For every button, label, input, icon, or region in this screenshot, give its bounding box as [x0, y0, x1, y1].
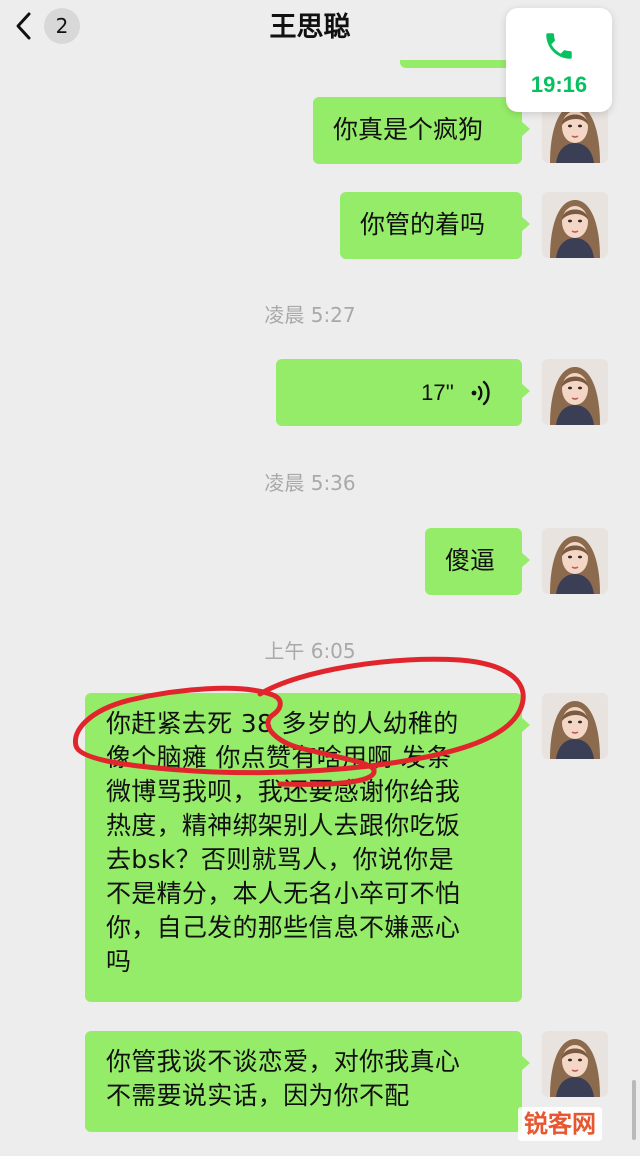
- message-line: 不是精分，本人无名小卒可不怕: [106, 879, 461, 908]
- message-line: 你，自己发的那些信息不嫌恶心: [106, 913, 461, 942]
- message-bubble[interactable]: 你赶紧去死 38 多岁的人幼稚的 像个脑瘫 你点赞有啥用啊 发条 微博骂我呗，我…: [85, 693, 530, 1002]
- phone-icon: [541, 28, 577, 64]
- message-bubble[interactable]: 傻逼: [425, 528, 530, 595]
- voice-wave-icon: [468, 379, 492, 407]
- voice-row: 17'': [276, 359, 522, 426]
- message-bubble[interactable]: 你管我谈不谈恋爱，对你我真心 不需要说实话，因为你不配: [85, 1031, 530, 1132]
- message-line: 热度，精神绑架别人去跟你吃饭: [106, 811, 461, 840]
- avatar[interactable]: [542, 359, 608, 425]
- watermark: 锐客网: [518, 1107, 602, 1141]
- message-line: 微博骂我呗，我还要感谢你给我: [106, 777, 461, 806]
- message-line: 你赶紧去死 38 多岁的人幼稚的: [106, 709, 459, 738]
- message-text: 傻逼: [445, 546, 496, 575]
- timestamp: 凌晨 5:36: [264, 471, 356, 495]
- previous-message-bubble[interactable]: [400, 60, 520, 68]
- voice-duration: 17'': [421, 379, 454, 405]
- message-line: 你管我谈不谈恋爱，对你我真心: [106, 1047, 461, 1076]
- avatar[interactable]: [542, 528, 608, 594]
- avatar[interactable]: [542, 1031, 608, 1097]
- avatar[interactable]: [542, 693, 608, 759]
- floating-call-widget[interactable]: 19:16: [506, 8, 612, 112]
- message-line: 像个脑瘫 你点赞有啥用啊 发条: [106, 743, 452, 772]
- unread-count-badge: 2: [44, 8, 80, 44]
- message-line: 不需要说实话，因为你不配: [106, 1081, 410, 1110]
- timestamp: 上午 6:05: [264, 639, 356, 663]
- back-button[interactable]: 2: [6, 4, 90, 48]
- chevron-left-icon: [6, 4, 40, 48]
- scrollbar[interactable]: [632, 1080, 636, 1140]
- message-text: 你管的着吗: [360, 210, 486, 239]
- message-bubble[interactable]: 你真是个疯狗: [313, 97, 530, 164]
- message-bubble[interactable]: 你管的着吗: [340, 192, 530, 259]
- voice-message-bubble[interactable]: 17'': [276, 359, 530, 426]
- message-line: 去bsk？否则就骂人，你说你是: [106, 845, 454, 874]
- message-text: 你真是个疯狗: [333, 115, 484, 144]
- chat-screen: 2 王思聪 19:16 你真是个疯狗 你管的着吗 凌晨 5:27 17'' 凌晨…: [0, 0, 640, 1156]
- page-title: 王思聪: [269, 12, 351, 43]
- timestamp: 凌晨 5:27: [264, 303, 356, 327]
- call-duration: 19:16: [530, 72, 588, 97]
- message-line: 吗: [106, 947, 132, 976]
- avatar[interactable]: [542, 192, 608, 258]
